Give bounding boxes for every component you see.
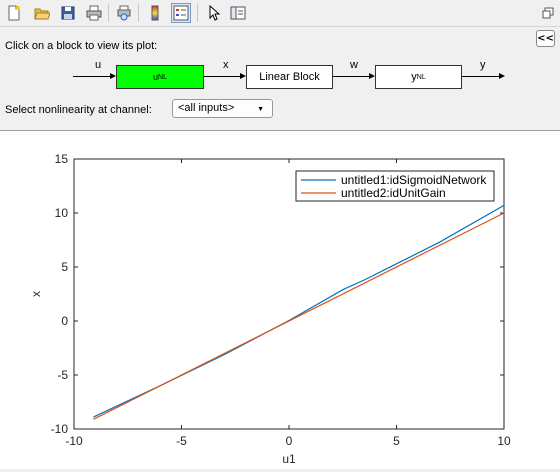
undock-icon[interactable] [538,3,558,23]
linear-block[interactable]: Linear Block [246,65,333,89]
block3-sub-label: NL [416,73,426,81]
x-tick-label: 5 [393,434,400,448]
input-wire [73,76,111,77]
y-tick-label: -10 [51,422,69,436]
nonlinearity-chart[interactable]: -10 -5 0 5 10 -10 -5 0 5 10 15 u1 x untitled1:idS… [0,131,560,469]
signal-label-w: w [350,59,358,71]
instruction-text: Click on a block to view its plot: [5,40,158,52]
block-diagram-panel: Click on a block to view its plot: << u … [0,27,560,131]
signal-label-x: x [223,59,229,71]
channel-select-label: Select nonlinearity at channel: [5,104,152,116]
y-tick-label: 15 [55,152,69,166]
colorbar-icon[interactable] [145,3,165,23]
chevron-down-icon: ▼ [257,106,264,113]
figure-toolbar [0,0,560,27]
x-tick-label: 10 [497,434,511,448]
save-icon[interactable] [58,3,78,23]
plot-area: -10 -5 0 5 10 -10 -5 0 5 10 15 u1 x untitled1:idS… [0,131,560,469]
output-wire [462,76,500,77]
pointer-icon[interactable] [204,3,224,23]
x-wire [204,76,241,77]
property-editor-icon[interactable] [228,3,248,23]
legend-entry-1: untitled1:idSigmoidNetwork [341,173,487,187]
x-tick-label: -10 [65,434,83,448]
signal-label-output: y [480,59,486,71]
x-tick-label: -5 [176,434,187,448]
channel-select-value: <all inputs> [178,102,235,114]
legend-icon[interactable] [171,3,191,23]
open-folder-icon[interactable] [32,3,52,23]
w-wire [333,76,370,77]
signal-label-input: u [95,59,102,71]
x-axis-label: u1 [282,452,296,466]
new-file-icon[interactable] [4,3,24,23]
y-tick-label: 5 [61,260,68,274]
y-tick-label: 0 [61,314,68,328]
y-tick-label: -5 [57,368,68,382]
y-axis-label: x [29,291,43,297]
input-nonlinearity-block[interactable]: u NL [116,65,204,89]
legend-entry-2: untitled2:idUnitGain [341,186,446,200]
x-tick-label: 0 [286,434,293,448]
collapse-button[interactable]: << [536,30,555,47]
y-tick-label: 10 [55,206,69,220]
output-arrow [499,73,505,79]
print-preview-icon[interactable] [114,3,134,23]
channel-select[interactable]: <all inputs> ▼ [172,99,273,118]
output-nonlinearity-block[interactable]: y NL [375,65,462,89]
block1-sub-label: NL [158,73,167,81]
chart-legend[interactable]: untitled1:idSigmoidNetworkuntitled2:idUn… [295,170,495,202]
print-icon[interactable] [84,3,104,23]
